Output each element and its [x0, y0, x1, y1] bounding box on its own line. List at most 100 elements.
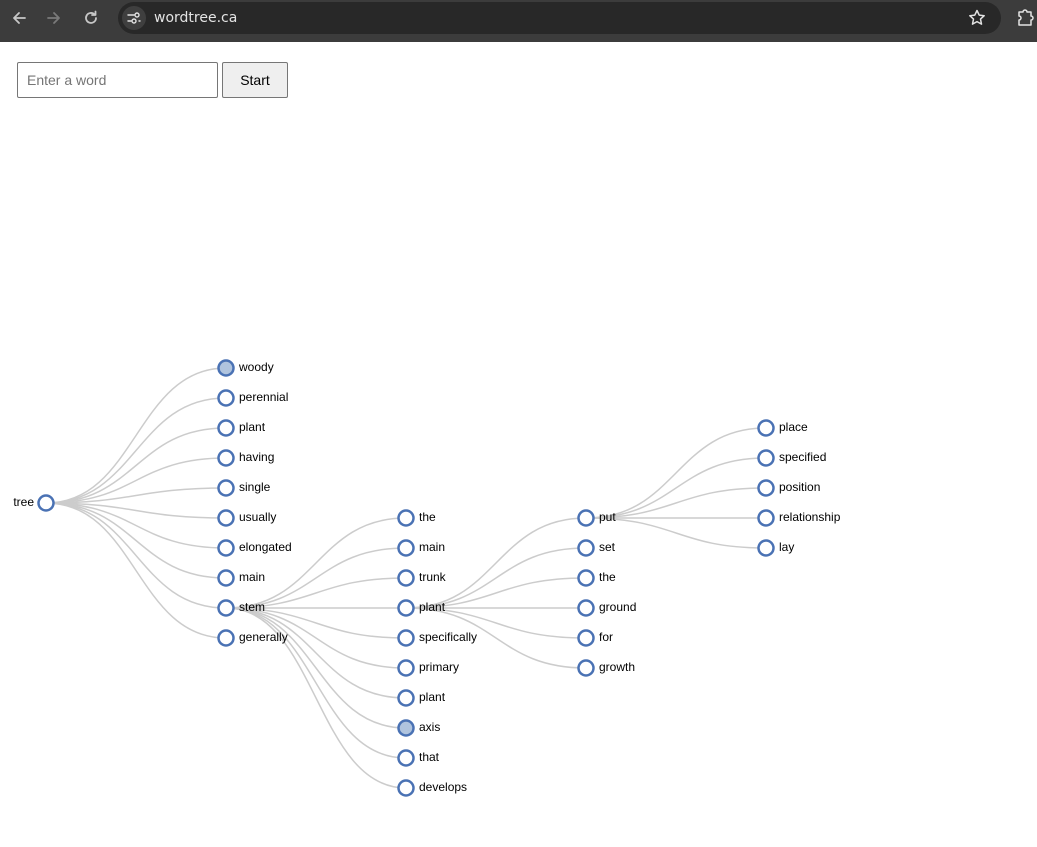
node-label: tree	[13, 495, 34, 509]
tree-node-axis[interactable]: axis	[397, 719, 441, 737]
node-circle[interactable]	[397, 629, 415, 647]
tree-node-plant[interactable]: plant	[397, 689, 446, 707]
tree-node-primary[interactable]: primary	[397, 659, 460, 677]
node-label: ground	[599, 600, 636, 614]
tree-node-stem[interactable]: stem	[217, 599, 266, 617]
node-label: stem	[239, 600, 265, 614]
node-circle[interactable]	[757, 509, 775, 527]
tree-node-main[interactable]: main	[217, 569, 266, 587]
tree-node-position[interactable]: position	[757, 479, 821, 497]
node-label: position	[779, 480, 820, 494]
node-circle[interactable]	[757, 539, 775, 557]
tree-link	[45, 502, 227, 609]
tree-node-set[interactable]: set	[577, 539, 616, 557]
node-label: plant	[239, 420, 266, 434]
tree-node-growth[interactable]: growth	[577, 659, 636, 677]
tree-link	[45, 502, 227, 639]
node-circle[interactable]	[397, 599, 415, 617]
node-circle[interactable]	[397, 719, 415, 737]
tree-node-tree[interactable]: tree	[13, 494, 55, 512]
node-circle[interactable]	[217, 599, 235, 617]
node-circle[interactable]	[577, 599, 595, 617]
tree-link	[225, 607, 407, 729]
node-circle[interactable]	[757, 449, 775, 467]
node-label: primary	[419, 660, 459, 674]
node-circle[interactable]	[217, 539, 235, 557]
node-circle[interactable]	[757, 419, 775, 437]
tree-link	[585, 427, 767, 519]
node-circle[interactable]	[577, 569, 595, 587]
node-circle[interactable]	[217, 509, 235, 527]
node-label: specified	[779, 450, 826, 464]
node-label: usually	[239, 510, 276, 524]
node-circle[interactable]	[217, 359, 235, 377]
tree-node-develops[interactable]: develops	[397, 779, 468, 797]
tree-nodes: tree woody perennial plant having single usual…	[13, 359, 841, 797]
node-label: relationship	[779, 510, 841, 524]
tree-node-the[interactable]: the	[397, 509, 437, 527]
tree-node-woody[interactable]: woody	[217, 359, 274, 377]
tree-node-for[interactable]: for	[577, 629, 614, 647]
node-circle[interactable]	[397, 509, 415, 527]
tree-node-generally[interactable]: generally	[217, 629, 288, 647]
node-circle[interactable]	[577, 659, 595, 677]
node-circle[interactable]	[217, 569, 235, 587]
node-circle[interactable]	[577, 509, 595, 527]
node-circle[interactable]	[37, 494, 55, 512]
node-circle[interactable]	[217, 629, 235, 647]
node-label: axis	[419, 720, 440, 734]
node-circle[interactable]	[217, 389, 235, 407]
tree-node-usually[interactable]: usually	[217, 509, 277, 527]
tree-link	[45, 397, 227, 504]
tree-node-single[interactable]: single	[217, 479, 271, 497]
node-label: woody	[238, 360, 274, 374]
tree-node-elongated[interactable]: elongated	[217, 539, 292, 557]
node-label: lay	[779, 540, 794, 554]
tree-node-plant[interactable]: plant	[397, 599, 446, 617]
node-label: generally	[239, 630, 288, 644]
tree-node-specifically[interactable]: specifically	[397, 629, 478, 647]
node-label: the	[599, 570, 616, 584]
node-label: growth	[599, 660, 635, 674]
node-circle[interactable]	[217, 479, 235, 497]
node-label: plant	[419, 690, 446, 704]
tree-node-specified[interactable]: specified	[757, 449, 827, 467]
node-circle[interactable]	[397, 659, 415, 677]
node-label: main	[239, 570, 265, 584]
tree-node-relationship[interactable]: relationship	[757, 509, 841, 527]
tree-link	[585, 457, 767, 519]
node-circle[interactable]	[397, 569, 415, 587]
node-circle[interactable]	[577, 539, 595, 557]
node-label: put	[599, 510, 616, 524]
node-label: set	[599, 540, 616, 554]
node-label: single	[239, 480, 271, 494]
tree-link	[45, 367, 227, 504]
node-circle[interactable]	[217, 419, 235, 437]
tree-node-lay[interactable]: lay	[757, 539, 795, 557]
node-label: perennial	[239, 390, 288, 404]
tree-node-the[interactable]: the	[577, 569, 617, 587]
node-circle[interactable]	[397, 749, 415, 767]
tree-link	[225, 607, 407, 699]
node-circle[interactable]	[577, 629, 595, 647]
node-circle[interactable]	[757, 479, 775, 497]
tree-link	[45, 427, 227, 504]
tree-node-perennial[interactable]: perennial	[217, 389, 289, 407]
node-circle[interactable]	[397, 779, 415, 797]
node-circle[interactable]	[217, 449, 235, 467]
node-label: develops	[419, 780, 467, 794]
word-tree: tree woody perennial plant having single usual…	[13, 359, 841, 797]
node-circle[interactable]	[397, 539, 415, 557]
node-label: that	[419, 750, 440, 764]
node-label: main	[419, 540, 445, 554]
tree-node-trunk[interactable]: trunk	[397, 569, 447, 587]
tree-link	[225, 517, 407, 609]
node-circle[interactable]	[397, 689, 415, 707]
tree-node-place[interactable]: place	[757, 419, 809, 437]
tree-node-ground[interactable]: ground	[577, 599, 637, 617]
tree-node-plant[interactable]: plant	[217, 419, 266, 437]
tree-node-main[interactable]: main	[397, 539, 446, 557]
tree-node-having[interactable]: having	[217, 449, 275, 467]
node-label: plant	[419, 600, 446, 614]
tree-node-that[interactable]: that	[397, 749, 440, 767]
